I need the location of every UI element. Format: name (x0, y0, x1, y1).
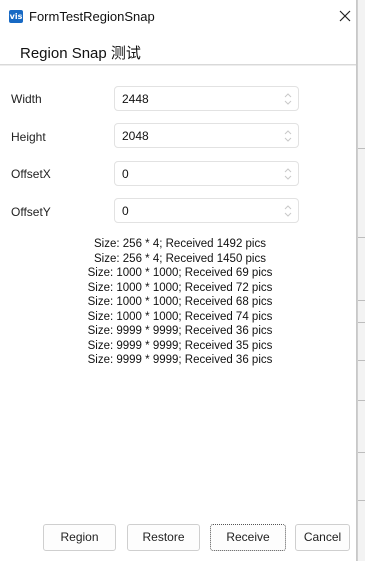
log-line: Size: 1000 * 1000; Received 74 pics (87, 310, 273, 323)
height-label: Height (11, 130, 46, 144)
log-line: Size: 9999 * 9999; Received 35 pics (87, 339, 273, 352)
width-value: 2448 (122, 92, 149, 106)
background-divider (358, 300, 365, 301)
width-field[interactable]: 2448 (114, 86, 299, 111)
offsety-field[interactable]: 0 (114, 198, 299, 223)
offsety-value: 0 (122, 204, 129, 218)
background-window-edge (357, 0, 365, 561)
log-line: Size: 9999 * 9999; Received 36 pics (87, 325, 273, 337)
height-value: 2048 (122, 129, 149, 143)
offsety-label: OffsetY (11, 205, 51, 219)
offsetx-value: 0 (122, 167, 129, 181)
region-button[interactable]: Region (43, 524, 116, 551)
log-line: Size: 1000 * 1000; Received 68 pics (87, 296, 273, 308)
close-icon (339, 10, 351, 22)
width-label: Width (11, 92, 42, 106)
background-divider (358, 360, 365, 361)
background-divider (358, 148, 365, 149)
header-divider-shadow (0, 65, 356, 66)
offsetx-field[interactable]: 0 (114, 161, 299, 186)
height-field[interactable]: 2048 (114, 123, 299, 148)
background-divider (358, 500, 365, 501)
background-divider (358, 400, 365, 401)
cancel-button[interactable]: Cancel (295, 524, 350, 551)
window-title: FormTestRegionSnap (29, 9, 155, 24)
background-divider (358, 322, 365, 323)
restore-button[interactable]: Restore (127, 524, 200, 551)
log-line: Size: 256 * 4; Received 1450 pics (94, 252, 266, 265)
close-button[interactable] (335, 6, 355, 26)
log-line: Size: 1000 * 1000; Received 69 pics (87, 267, 273, 279)
log-line: Size: 9999 * 9999; Received 36 pics (87, 354, 273, 366)
background-divider (358, 237, 365, 238)
log-line: Size: 256 * 4; Received 1492 pics (94, 238, 266, 250)
app-icon: vis (9, 10, 23, 23)
receive-log: Size: 256 * 4; Received 1492 pics Size: … (60, 237, 300, 368)
dialog-subtitle: Region Snap 测试 (20, 45, 141, 62)
offsetx-label: OffsetX (11, 167, 51, 181)
spinner-arrows-icon[interactable] (284, 92, 292, 106)
receive-button[interactable]: Receive (210, 524, 286, 551)
spinner-arrows-icon[interactable] (284, 129, 292, 143)
title-bar[interactable]: vis FormTestRegionSnap (0, 0, 356, 32)
spinner-arrows-icon[interactable] (284, 204, 292, 218)
background-divider (358, 452, 365, 453)
spinner-arrows-icon[interactable] (284, 167, 292, 181)
log-line: Size: 1000 * 1000; Received 72 pics (87, 281, 273, 294)
dialog-window: vis FormTestRegionSnap Region Snap 测试 Wi… (0, 0, 357, 561)
